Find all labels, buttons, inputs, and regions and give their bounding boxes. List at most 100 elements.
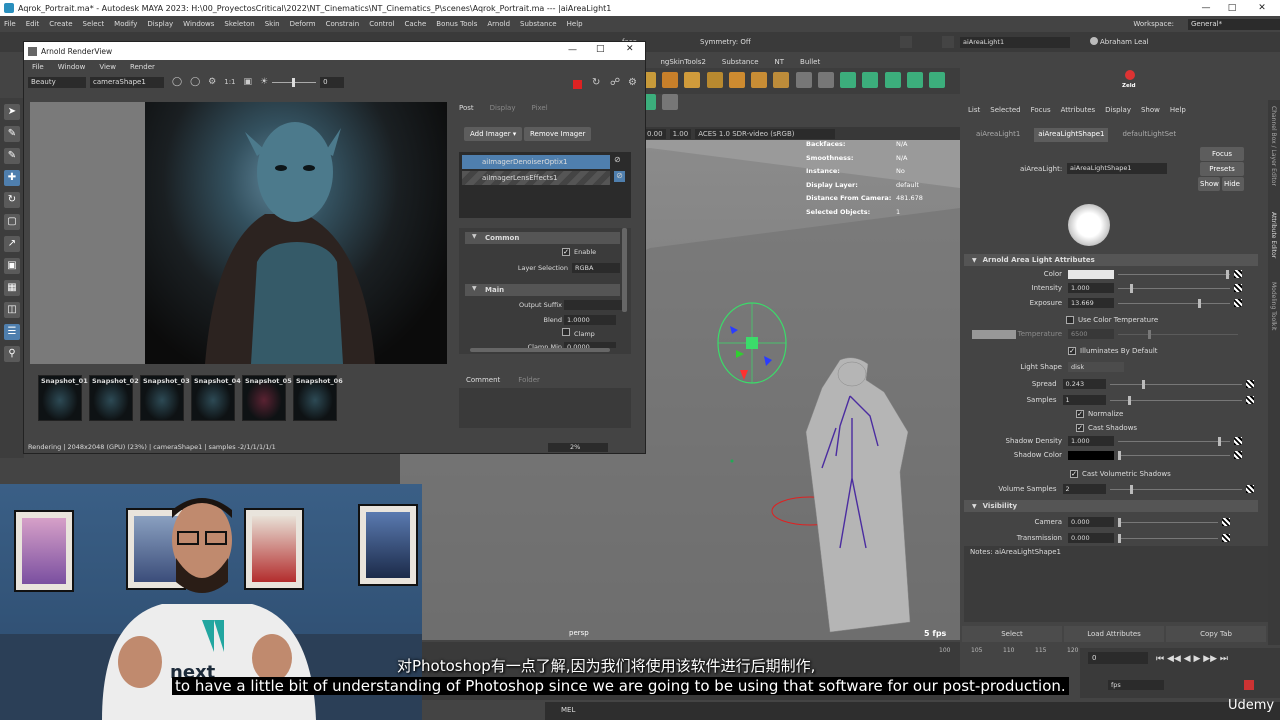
menu-skeleton[interactable]: Skeleton: [224, 20, 254, 28]
tab-folder[interactable]: Folder: [518, 376, 540, 384]
shelf-sphere-icon[interactable]: [662, 72, 679, 88]
exposure-field[interactable]: 13.669: [1068, 298, 1114, 308]
volume-samples-map-icon[interactable]: [1246, 485, 1254, 493]
volume-samples-field[interactable]: 2: [1062, 484, 1107, 494]
menu-help[interactable]: Help: [567, 20, 583, 28]
normalize-row[interactable]: ✓ Normalize: [1076, 407, 1123, 421]
shadow-density-field[interactable]: 1.000: [1068, 436, 1114, 446]
samples-slider[interactable]: [1110, 395, 1243, 405]
use-color-temp-checkbox[interactable]: [1066, 316, 1074, 324]
focus-button[interactable]: Focus: [1200, 147, 1244, 161]
shadow-density-slider[interactable]: [1118, 436, 1230, 446]
tab-aiarealight1[interactable]: aiAreaLight1: [972, 128, 1024, 142]
clamp-checkbox[interactable]: [562, 328, 570, 336]
settings-gear-icon[interactable]: ⚙: [628, 77, 637, 88]
cast-shadows-row[interactable]: ✓ Cast Shadows: [1076, 421, 1137, 435]
symmetry-dropdown[interactable]: Symmetry: Off: [700, 38, 751, 46]
menu-edit[interactable]: Edit: [26, 20, 40, 28]
tab-aiarealightshape1[interactable]: aiAreaLightShape1: [1034, 128, 1109, 142]
minimize-icon[interactable]: —: [1194, 0, 1218, 16]
tab-display[interactable]: Display: [490, 104, 516, 112]
ratio-label[interactable]: 1:1: [224, 78, 235, 86]
color-slider[interactable]: [1118, 269, 1230, 279]
camera-vis-field[interactable]: 0.000: [1068, 517, 1114, 527]
exposure-map-icon[interactable]: [1234, 299, 1242, 307]
shelf-mesh-icon[interactable]: [751, 72, 768, 88]
shelf-tab-ngskintools[interactable]: ngSkinTools2: [660, 58, 705, 66]
camera-dropdown[interactable]: cameraShape1: [90, 76, 164, 88]
exposure-icon[interactable]: ☀: [260, 77, 268, 87]
tab-comment[interactable]: Comment: [466, 376, 500, 384]
exposure-value[interactable]: 0: [320, 76, 345, 88]
select-button[interactable]: Select: [962, 626, 1062, 642]
load-attributes-button[interactable]: Load Attributes: [1064, 626, 1164, 642]
colorspace-dropdown[interactable]: ACES 1.0 SDR-video (sRGB): [695, 128, 836, 139]
ae-menu-attributes[interactable]: Attributes: [1061, 106, 1096, 114]
menu-constrain[interactable]: Constrain: [326, 20, 360, 28]
shelf-curve-icon[interactable]: [795, 72, 812, 88]
tab-channel-box[interactable]: Channel Box / Layer Editor: [1270, 106, 1277, 186]
shelf-green-merge-icon[interactable]: [929, 72, 946, 88]
samples-map-icon[interactable]: [1246, 396, 1254, 404]
layout-two-icon[interactable]: ◫: [4, 302, 20, 318]
intensity-map-icon[interactable]: [1234, 284, 1242, 292]
section-common[interactable]: Common: [465, 232, 620, 244]
select-tool-icon[interactable]: ➤: [4, 104, 20, 120]
rotate-tool-icon[interactable]: ↻: [4, 192, 20, 208]
menu-display[interactable]: Display: [147, 20, 173, 28]
use-color-temp-row[interactable]: Use Color Temperature: [1066, 313, 1158, 327]
spread-field[interactable]: 0.243: [1062, 379, 1107, 389]
cast-shadows-checkbox[interactable]: ✓: [1076, 424, 1084, 432]
command-line[interactable]: MEL: [545, 702, 1280, 720]
shelf-green-cube-icon[interactable]: [840, 72, 857, 88]
intensity-field[interactable]: 1.000: [1068, 283, 1114, 293]
zeld-icon[interactable]: [1125, 70, 1135, 80]
menu-deform[interactable]: Deform: [290, 20, 316, 28]
rv-menu-view[interactable]: View: [99, 63, 116, 71]
remove-imager-button[interactable]: Remove Imager: [524, 127, 592, 141]
shelf-plane-icon[interactable]: [728, 72, 745, 88]
add-imager-button[interactable]: Add Imager ▾: [464, 127, 523, 141]
lasso-tool-icon[interactable]: ✎: [4, 126, 20, 142]
shadow-color-swatch[interactable]: [1068, 450, 1114, 460]
notes-area[interactable]: Notes: aiAreaLightShape1: [964, 546, 1268, 622]
shelf-torus-icon[interactable]: [706, 72, 723, 88]
imager-edit-icon[interactable]: ⊘: [614, 171, 625, 182]
close-icon[interactable]: ✕: [1250, 0, 1274, 16]
shadow-density-map-icon[interactable]: [1234, 437, 1242, 445]
record-icon[interactable]: [1244, 680, 1254, 690]
shelf-tab-nt[interactable]: NT: [775, 58, 785, 66]
spread-slider[interactable]: [1110, 379, 1243, 389]
ae-menu-display[interactable]: Display: [1105, 106, 1131, 114]
shelf-green-shape-icon[interactable]: [862, 72, 879, 88]
imager-denoiser-row[interactable]: aiImagerDenoiserOptix1: [462, 155, 610, 169]
presets-button[interactable]: Presets: [1200, 162, 1244, 176]
ae-menu-show[interactable]: Show: [1141, 106, 1160, 114]
tab-pixel[interactable]: Pixel: [531, 104, 547, 112]
rv-menu-render[interactable]: Render: [130, 63, 155, 71]
stop-render-icon[interactable]: [573, 80, 582, 89]
maximize-icon[interactable]: □: [1220, 0, 1244, 16]
ae-menu-selected[interactable]: Selected: [990, 106, 1020, 114]
menu-substance[interactable]: Substance: [520, 20, 557, 28]
tab-attribute-editor[interactable]: Attribute Editor: [1270, 212, 1277, 258]
tab-modeling-toolkit[interactable]: Modeling Toolkit: [1270, 282, 1277, 330]
copy-tab-button[interactable]: Copy Tab: [1166, 626, 1266, 642]
menu-cache[interactable]: Cache: [405, 20, 427, 28]
workspace-dropdown[interactable]: General*: [1188, 18, 1280, 30]
tab-post[interactable]: Post: [459, 104, 474, 112]
spread-map-icon[interactable]: [1246, 380, 1254, 388]
user-account[interactable]: Abraham Leal: [1100, 38, 1149, 46]
ae-menu-list[interactable]: List: [968, 106, 980, 114]
gamma-field[interactable]: 1.00: [669, 128, 692, 139]
illuminates-default-checkbox[interactable]: ✓: [1068, 347, 1076, 355]
menu-skin[interactable]: Skin: [265, 20, 280, 28]
samples-field[interactable]: 1: [1062, 395, 1107, 405]
rv-minimize-icon[interactable]: —: [568, 45, 577, 55]
shelf-poly-icon[interactable]: [773, 72, 790, 88]
paint-select-icon[interactable]: ✎: [4, 148, 20, 164]
shelf-cylinder-icon[interactable]: [684, 72, 701, 88]
workspace-selector[interactable]: Workspace: General*: [1133, 18, 1280, 30]
shelf-tab-substance[interactable]: Substance: [722, 58, 759, 66]
menu-modify[interactable]: Modify: [114, 20, 137, 28]
